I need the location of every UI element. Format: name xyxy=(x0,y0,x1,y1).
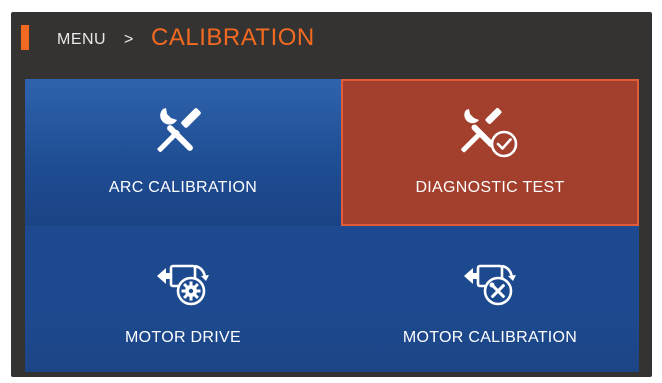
menu-grid: ARC CALIBRATION DIAGNOSTIC TEST MOTOR DR… xyxy=(25,79,639,372)
motor-drive-button[interactable]: MOTOR DRIVE xyxy=(25,226,341,372)
breadcrumb-menu[interactable]: MENU xyxy=(57,31,106,49)
tools-icon xyxy=(157,108,201,153)
calibration-screen: MENU > CALIBRATION ARC CALIBRATION DIAGN… xyxy=(11,12,652,377)
tools-check-icon xyxy=(461,107,518,158)
page-title: CALIBRATION xyxy=(151,24,315,51)
motor-gear-icon xyxy=(157,264,209,306)
breadcrumb-separator: > xyxy=(124,31,134,48)
motor-tools-icon xyxy=(464,264,516,306)
arc-calibration-button[interactable]: ARC CALIBRATION xyxy=(25,79,341,226)
motor-calibration-button[interactable]: MOTOR CALIBRATION xyxy=(341,226,639,372)
header-bar: MENU > CALIBRATION xyxy=(11,12,652,68)
header-accent-bar xyxy=(21,25,29,50)
diagnostic-test-label: DIAGNOSTIC TEST xyxy=(415,179,565,196)
diagnostic-test-button[interactable]: DIAGNOSTIC TEST xyxy=(341,79,639,226)
motor-drive-label: MOTOR DRIVE xyxy=(125,329,241,346)
motor-calibration-label: MOTOR CALIBRATION xyxy=(402,329,578,346)
arc-calibration-label: ARC CALIBRATION xyxy=(108,179,258,196)
